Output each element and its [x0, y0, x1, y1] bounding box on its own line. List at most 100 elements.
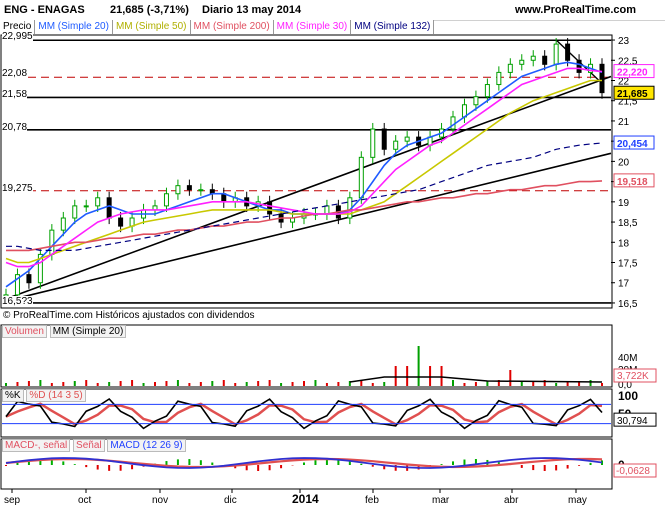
- legend-ma50[interactable]: MM (Simple 50): [112, 20, 191, 34]
- volume-bar: [463, 383, 466, 386]
- candle-body: [72, 205, 78, 219]
- macd-label[interactable]: MACD (12 26 9): [107, 439, 186, 452]
- month-label: 2014: [292, 492, 319, 506]
- price-tag: 21,685: [617, 89, 648, 100]
- price-tick-label: 23: [618, 36, 630, 47]
- macd-hist-bar: [566, 465, 569, 469]
- volume-bar: [27, 381, 30, 386]
- stoch-tag: 30,794: [617, 416, 648, 427]
- candle-body: [484, 84, 490, 98]
- site-link[interactable]: www.ProRealTime.com: [515, 4, 636, 16]
- level-label-1: 22,995: [2, 31, 33, 42]
- candle-body: [83, 205, 89, 208]
- month-label: dic: [224, 495, 237, 506]
- price-tick-label: 18,5: [618, 218, 638, 229]
- stoch-tick: 100: [618, 389, 638, 403]
- level-label-2: 22,08: [2, 68, 28, 79]
- chart-header: ENG - ENAGAS 21,685 (-3,71%) Diario 13 m…: [0, 0, 665, 21]
- macd-hist-bar: [360, 463, 363, 465]
- volume-bar: [188, 383, 191, 386]
- level-label-5: 19,275: [2, 183, 33, 194]
- volume-bar: [165, 381, 168, 386]
- volume-bar: [5, 383, 7, 386]
- price-tag: 22,220: [617, 68, 648, 79]
- candle-body: [106, 197, 112, 219]
- candle-body: [519, 59, 525, 65]
- price-legend: Precio MM (Simple 20) MM (Simple 50) MM (Si…: [0, 20, 435, 34]
- macd-hist-bar: [303, 462, 305, 465]
- month-label: nov: [152, 495, 168, 506]
- macd-hist-bar: [62, 461, 65, 465]
- macd-hist-bar: [268, 465, 271, 471]
- volume-bar: [176, 380, 179, 386]
- candle-body: [473, 96, 479, 106]
- price-tag: 20,454: [617, 139, 648, 150]
- price-tick-label: 19: [618, 198, 630, 209]
- level-label-3: 21,58: [2, 89, 28, 100]
- candle-body: [393, 140, 399, 150]
- volume-bar: [325, 383, 328, 386]
- stochastic-panel[interactable]: [0, 388, 613, 438]
- candle-body: [599, 63, 605, 94]
- macd-signal-label[interactable]: Señal: [73, 439, 105, 452]
- volume-ma-label[interactable]: MM (Simple 20): [49, 325, 127, 338]
- candle-body: [370, 128, 376, 158]
- candle-body: [60, 217, 66, 231]
- volume-legend: Volumen MM (Simple 20): [2, 325, 127, 338]
- candle-body: [496, 71, 502, 86]
- macd-tag: -0,0628: [616, 466, 650, 477]
- macd-hist-bar: [165, 461, 168, 465]
- price-tick-label: 17,5: [618, 259, 638, 270]
- stock-chart[interactable]: 2322,52221,52120,52019,51918,51817,51716…: [0, 0, 665, 510]
- macd-hist-bar: [188, 459, 191, 465]
- volume-bar: [119, 381, 122, 386]
- volume-bar: [440, 366, 443, 386]
- macd-hist-bar: [211, 462, 214, 465]
- volume-bar: [371, 383, 374, 386]
- candle-body: [95, 197, 101, 207]
- candle-body: [358, 156, 364, 199]
- legend-ma132[interactable]: MM (Simple 132): [351, 20, 435, 34]
- candle-body: [553, 43, 559, 65]
- candle-body: [198, 189, 204, 192]
- volume-bar: [280, 383, 283, 386]
- macd-hist-bar: [578, 465, 581, 466]
- volume-tick: 40M: [618, 353, 637, 364]
- volume-bar: [383, 382, 386, 386]
- candle-body: [404, 136, 410, 142]
- level-label-6: 16,5?3: [2, 296, 33, 307]
- stoch-d-label[interactable]: %D (14 3 5): [26, 389, 86, 402]
- volume-bar: [555, 383, 558, 386]
- price-tick-label: 16,5: [618, 299, 638, 310]
- volume-bar: [96, 383, 99, 386]
- volume-bar: [16, 382, 19, 386]
- macd-line-label[interactable]: MACD-, señal: [2, 439, 71, 452]
- volume-bar: [108, 382, 111, 386]
- month-label: oct: [78, 495, 92, 506]
- stoch-k-label[interactable]: %K: [2, 389, 24, 402]
- volume-bar: [268, 380, 271, 386]
- volume-label[interactable]: Volumen: [2, 325, 47, 338]
- volume-bar: [566, 382, 569, 386]
- price-tick-label: 18: [618, 238, 630, 249]
- symbol-title: ENG - ENAGAS: [4, 4, 85, 16]
- legend-ma20[interactable]: MM (Simple 20): [35, 20, 113, 34]
- volume-bar: [257, 381, 260, 386]
- volume-bar: [154, 382, 156, 386]
- candle-body: [565, 43, 571, 61]
- macd-hist-bar: [452, 461, 454, 465]
- macd-hist-bar: [5, 465, 7, 466]
- volume-bar: [39, 380, 42, 386]
- macd-hist-bar: [440, 464, 443, 465]
- macd-hist-bar: [257, 465, 260, 471]
- macd-hist-bar: [176, 459, 179, 465]
- volume-bar: [520, 382, 523, 386]
- volume-bar: [199, 382, 202, 386]
- candle-body: [542, 55, 548, 65]
- macd-hist-bar: [108, 465, 111, 471]
- macd-hist-bar: [96, 465, 99, 470]
- macd-legend: MACD-, señal Señal MACD (12 26 9): [2, 439, 186, 452]
- legend-ma200[interactable]: MM (Simple 200): [190, 20, 274, 34]
- macd-hist-bar: [73, 464, 76, 465]
- legend-ma30[interactable]: MM (Simple 30): [273, 20, 352, 34]
